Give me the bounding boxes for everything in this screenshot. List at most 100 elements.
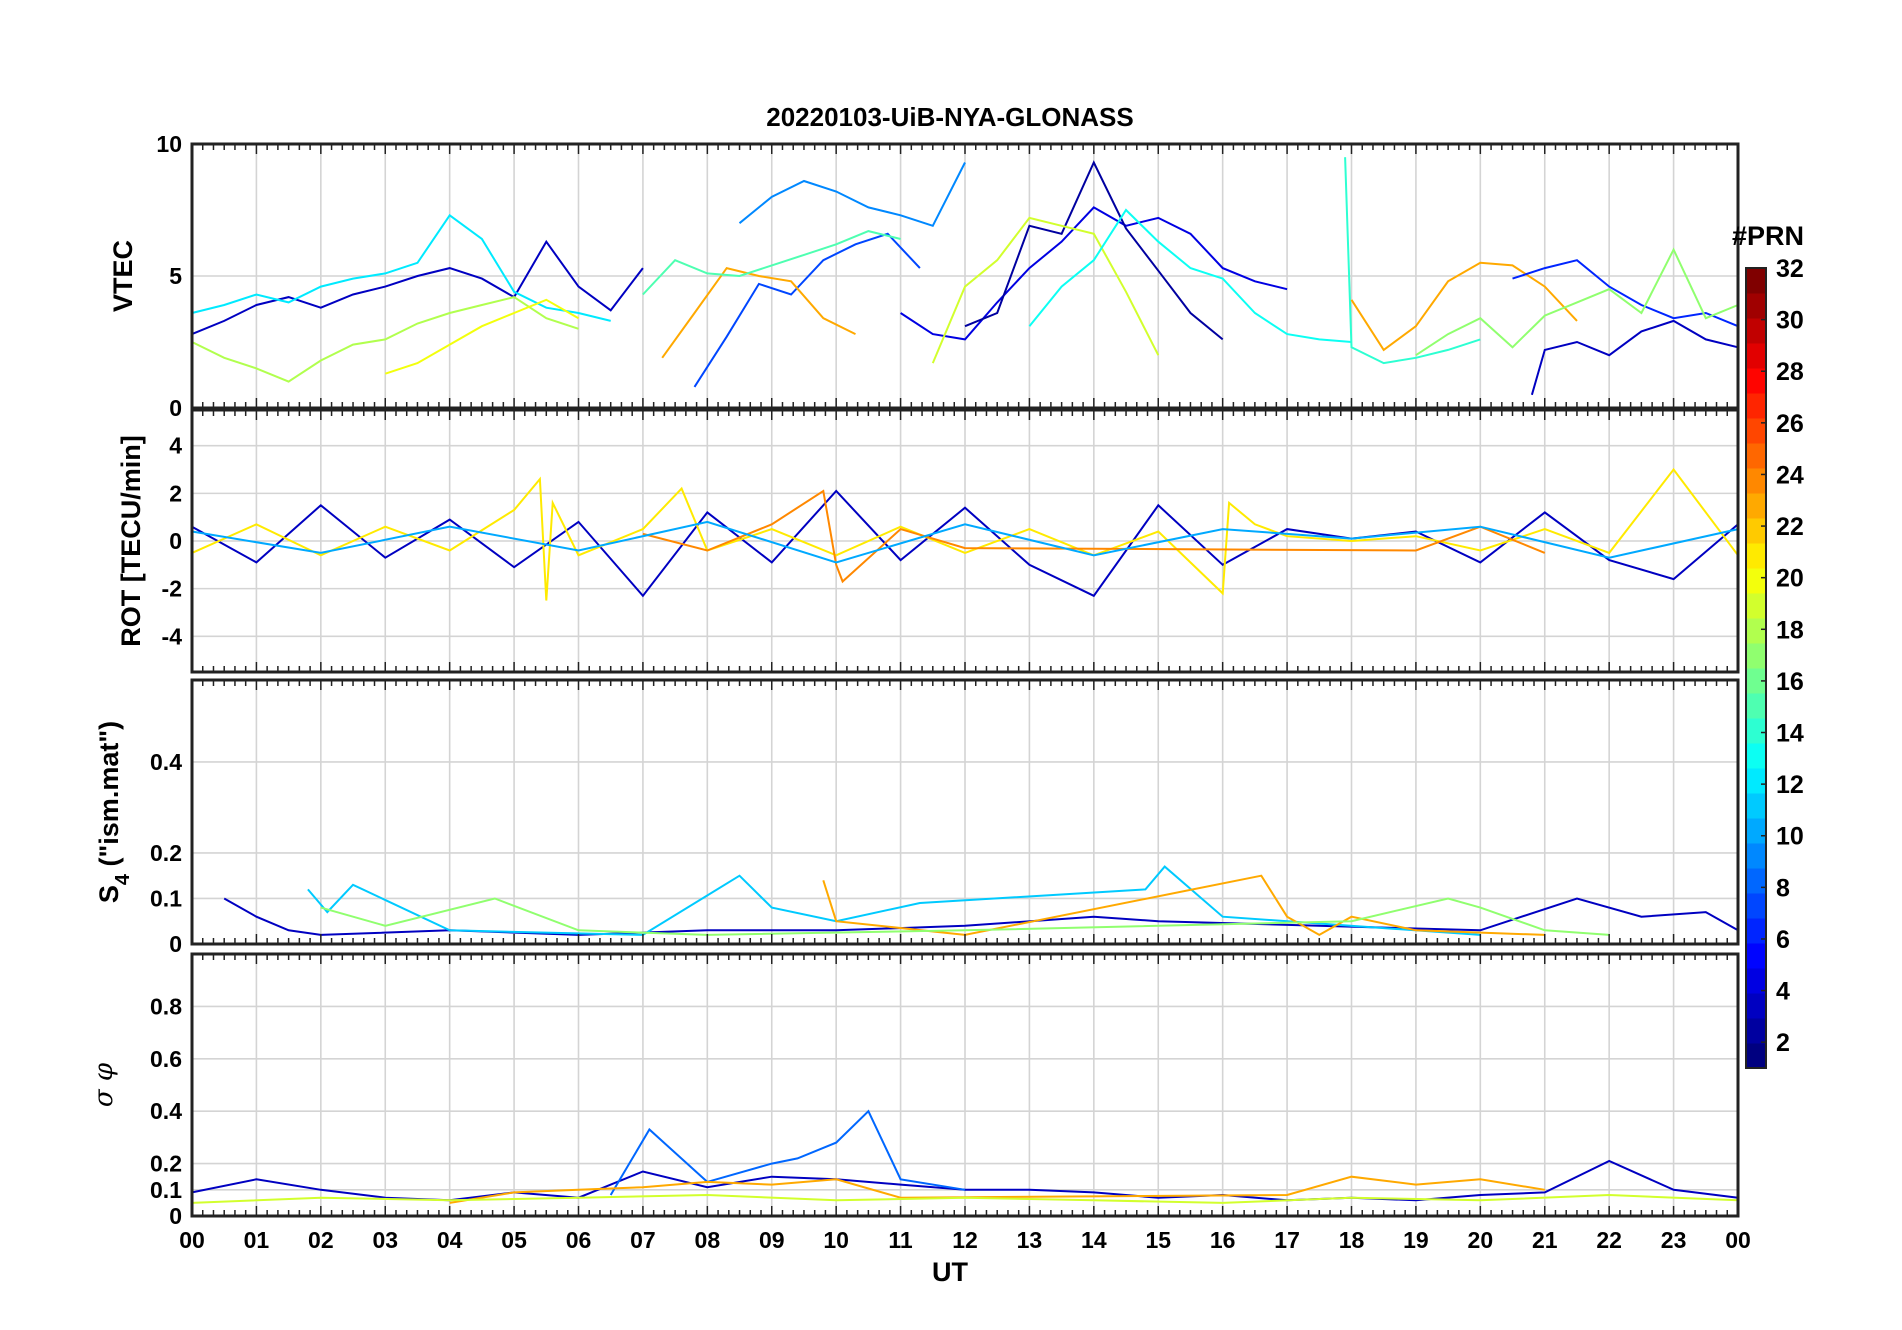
x-tick-label: 23 [1661,1227,1687,1253]
y-tick-label: 0.1 [150,885,182,911]
colorbar-segment [1746,618,1766,644]
colorbar-segment [1746,443,1766,469]
y-tick-label: 4 [169,433,182,459]
x-tick-label: 01 [244,1227,270,1253]
y-tick-label: 0.4 [150,749,182,775]
y-axis-label-main: S [94,885,124,903]
y-tick-label: -2 [162,576,182,602]
colorbar-tick-label: 6 [1776,926,1790,954]
series-line-prn-3 [191,239,644,336]
colorbar-segment [1746,718,1766,744]
x-tick-label: 06 [566,1227,592,1253]
colorbar-title: #PRN [1732,221,1804,251]
colorbar-segment [1746,893,1766,919]
x-tick-label: 20 [1468,1227,1494,1253]
panel-rot: -4 -2 0 2 4 ROT [TECU/min] [116,408,1740,674]
colorbar-segment [1746,268,1766,294]
colorbar-tick-label: 18 [1776,616,1804,644]
y-tick-label: 0 [169,1203,182,1229]
panels: 0510VTEC-4-2024ROT [TECU/min]00.10.20.4S… [89,131,1740,1229]
y-axis-label: σ φ [89,1062,119,1107]
colorbar-tick-label: 22 [1776,513,1804,541]
colorbar-segment [1746,293,1766,319]
x-tick-label: 21 [1532,1227,1558,1253]
colorbar-tick-label: 24 [1776,461,1804,489]
series-line-prn-23 [661,266,856,359]
x-tick-label: 07 [630,1227,656,1253]
colorbar-segment [1746,393,1766,419]
y-tick-label: 0.8 [150,993,182,1019]
x-tick-label: 11 [888,1227,913,1253]
colorbar-segment [1746,693,1766,719]
panel-sigma_phi: 00.10.2 0.4 0.6 0.8 σ φ [89,952,1740,1229]
x-tick-label: 05 [501,1227,527,1253]
colorbar-tick-label: 14 [1776,720,1804,748]
colorbar-segment [1746,543,1766,569]
colorbar-segment [1746,418,1766,444]
colorbar-segment [1746,593,1766,619]
x-tick-label: 08 [695,1227,721,1253]
colorbar-segment [1746,968,1766,994]
y-tick-label: 0 [169,395,182,421]
colorbar-tick-label: 10 [1776,823,1804,851]
panel-vtec: 0 5 10 VTEC [108,131,1740,421]
series-line-prn-3 [1530,319,1739,396]
colorbar: 2468101214161820222426283032 [1745,255,1804,1069]
x-tick-label: 02 [308,1227,334,1253]
colorbar-segment [1746,943,1766,969]
x-tick-label: 19 [1403,1227,1429,1253]
x-tick-label: 15 [1145,1227,1171,1253]
colorbar-segment [1746,818,1766,844]
y-axis-label-rest: ("ism.mat") [94,721,124,874]
colorbar-segment [1746,518,1766,544]
x-tick-label: 18 [1339,1227,1365,1253]
chart-title: 20220103-UiB-NYA-GLONASS [766,102,1134,132]
y-tick-label: 0 [169,931,182,957]
colorbar-segment [1746,343,1766,369]
x-tick-label: 04 [437,1227,463,1253]
figure: 20220103-UiB-NYA-GLONASS 0510VTEC-4-2024… [89,102,1804,1287]
colorbar-segment [1746,993,1766,1019]
y-tick-label: 0 [169,528,182,554]
colorbar-tick-label: 12 [1776,771,1804,799]
colorbar-tick-label: 26 [1776,410,1804,438]
y-axis-label: ROT [TECU/min] [116,435,146,646]
colorbar-tick-label: 28 [1776,358,1804,386]
x-tick-label: 22 [1596,1227,1622,1253]
x-tick-label: 00 [1725,1227,1751,1253]
x-tick-label: 09 [759,1227,785,1253]
x-tick-label: 13 [1017,1227,1043,1253]
y-tick-label: 0.6 [150,1046,182,1072]
y-tick-label: 10 [156,131,182,157]
y-axis-label: VTEC [108,240,138,312]
colorbar-tick-label: 20 [1776,565,1804,593]
colorbar-tick-label: 30 [1776,307,1804,335]
x-tick-label: 10 [823,1227,849,1253]
series-line-prn-7 [693,232,921,388]
series-line-prn-20 [384,298,579,375]
x-tick-label: 17 [1274,1227,1300,1253]
colorbar-tick-label: 32 [1776,255,1804,283]
series-line-prn-14 [1344,157,1481,365]
panel-s4: 0 0.1 0.2 0.4 S4 ("ism.mat") [94,678,1740,957]
series-line-prn-19 [931,216,1160,364]
series-line-prn-9 [738,162,966,228]
series-line-prn-17 [1415,247,1739,357]
x-axis: 00 01 02 03 04 05 06 07 08 09 10 11 12 13 14 15 16 17 18 19… [179,1227,1751,1253]
colorbar-tick-label: 16 [1776,668,1804,696]
y-tick-label: 0.4 [150,1098,182,1124]
colorbar-segment [1746,843,1766,869]
y-tick-label: 0.1 [150,1177,182,1203]
colorbar-segment [1746,1043,1766,1069]
colorbar-tick-label: 2 [1776,1029,1790,1057]
colorbar-segment [1746,468,1766,494]
y-tick-label: 0.2 [150,1151,182,1177]
y-tick-label: 0.2 [150,840,182,866]
y-axis-label: S4 ("ism.mat") [94,721,134,903]
colorbar-segment [1746,643,1766,669]
y-tick-label: 2 [169,480,182,506]
colorbar-segment [1746,868,1766,894]
y-tick-label: -4 [162,623,183,649]
x-tick-label: 16 [1210,1227,1236,1253]
colorbar-segment [1746,568,1766,594]
